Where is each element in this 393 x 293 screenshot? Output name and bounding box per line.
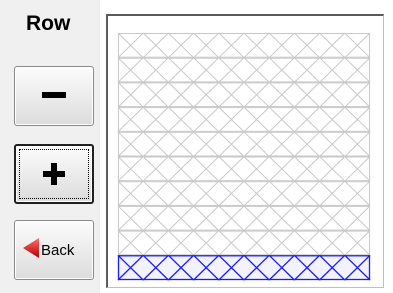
pattern-row[interactable] (117, 205, 371, 231)
back-arrow-icon (23, 237, 39, 263)
row-pattern-grid (117, 32, 371, 281)
back-button[interactable]: Back (14, 220, 94, 280)
add-row-button[interactable] (14, 144, 94, 204)
row-controls-sidebar: Row Back (0, 0, 100, 293)
pattern-row[interactable] (117, 230, 371, 256)
pattern-row[interactable] (117, 180, 371, 207)
row-label: Row (26, 12, 71, 35)
pattern-row[interactable] (117, 131, 371, 157)
row-pattern-panel (106, 14, 384, 288)
pattern-row[interactable] (117, 57, 371, 83)
remove-row-button[interactable] (14, 66, 94, 126)
pattern-row[interactable] (117, 32, 371, 59)
pattern-row[interactable] (117, 156, 371, 182)
back-button-label: Back (41, 241, 75, 259)
plus-icon (16, 146, 92, 202)
pattern-row[interactable] (117, 82, 371, 108)
minus-icon (15, 67, 93, 125)
pattern-row-selected[interactable] (117, 254, 371, 281)
pattern-row[interactable] (117, 106, 371, 133)
